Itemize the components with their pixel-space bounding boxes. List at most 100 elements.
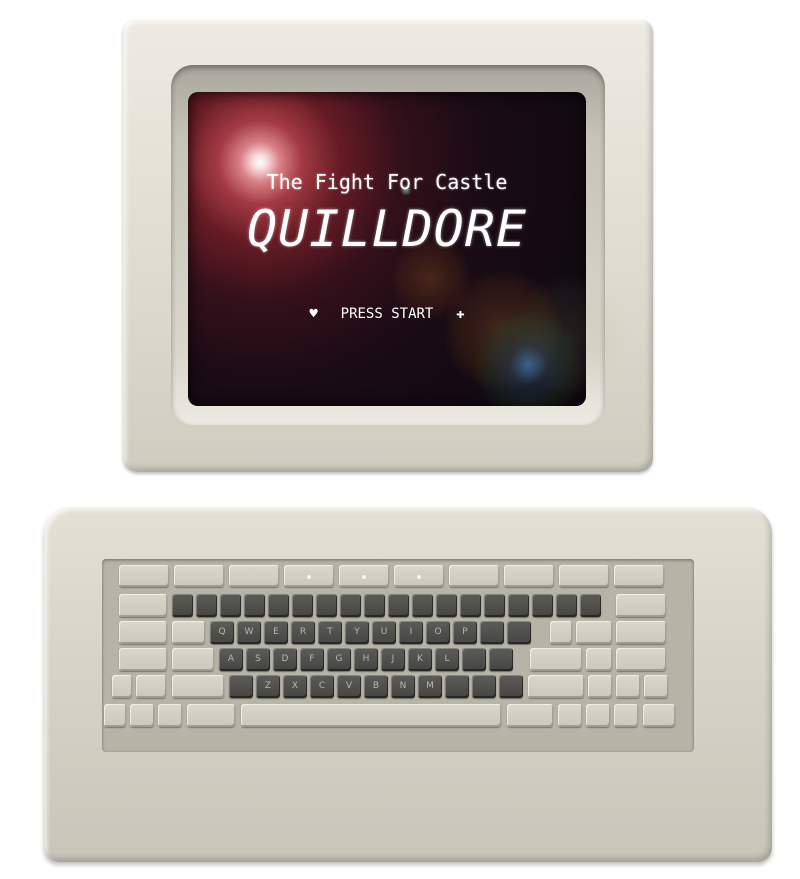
modifier-key[interactable] [588, 675, 612, 698]
modifier-key[interactable] [643, 704, 675, 727]
game-subtitle: The Fight For Castle [266, 170, 508, 194]
crt-monitor: The Fight For Castle QUILLDORE ♥ PRESS S… [123, 20, 653, 472]
letter-key[interactable]: S [246, 648, 270, 671]
number-key[interactable] [484, 594, 505, 617]
modifier-key[interactable] [112, 675, 132, 698]
number-key[interactable] [196, 594, 217, 617]
number-key[interactable] [244, 594, 265, 617]
function-key-led[interactable] [394, 565, 444, 587]
number-key[interactable] [388, 594, 409, 617]
letter-key[interactable]: Q [210, 621, 234, 644]
number-key[interactable] [364, 594, 385, 617]
letter-key[interactable]: J [381, 648, 405, 671]
function-key[interactable] [174, 565, 224, 587]
letter-key[interactable]: T [318, 621, 342, 644]
shift-key-right[interactable] [528, 675, 584, 698]
letter-key[interactable]: E [264, 621, 288, 644]
number-key[interactable] [556, 594, 577, 617]
escape-key[interactable] [119, 594, 167, 617]
punctuation-key[interactable] [462, 648, 486, 671]
letter-key[interactable]: A [219, 648, 243, 671]
letter-key[interactable]: P [453, 621, 477, 644]
letter-key[interactable] [229, 675, 253, 698]
modifier-key[interactable] [558, 704, 582, 727]
punctuation-key[interactable] [499, 675, 523, 698]
letter-key[interactable]: Z [256, 675, 280, 698]
letter-key[interactable]: C [310, 675, 334, 698]
alt-key[interactable] [187, 704, 235, 727]
letter-key[interactable]: B [364, 675, 388, 698]
shift-key-left[interactable] [172, 675, 224, 698]
number-key[interactable] [292, 594, 313, 617]
letter-key[interactable]: R [291, 621, 315, 644]
function-key[interactable] [119, 565, 169, 587]
modifier-key[interactable] [104, 704, 126, 727]
bracket-key[interactable] [480, 621, 504, 644]
led-icon [362, 575, 366, 579]
number-key[interactable] [340, 594, 361, 617]
function-key-led[interactable] [339, 565, 389, 587]
screen-glow [511, 275, 631, 395]
function-key[interactable] [559, 565, 609, 587]
function-key[interactable] [229, 565, 279, 587]
number-key[interactable] [508, 594, 529, 617]
letter-key[interactable]: G [327, 648, 351, 671]
letter-key[interactable]: V [337, 675, 361, 698]
modifier-key[interactable] [136, 675, 166, 698]
control-key[interactable] [119, 648, 167, 671]
bracket-key[interactable] [507, 621, 531, 644]
function-key[interactable] [504, 565, 554, 587]
led-icon [417, 575, 421, 579]
press-start-label: PRESS START [340, 306, 434, 322]
letter-key[interactable]: L [435, 648, 459, 671]
number-key[interactable] [220, 594, 241, 617]
letter-key[interactable]: Y [345, 621, 369, 644]
cross-icon: ✚ [456, 306, 465, 322]
modifier-key[interactable] [586, 704, 610, 727]
delete-key[interactable] [616, 621, 666, 644]
tab-key[interactable] [119, 621, 167, 644]
letter-key[interactable]: O [426, 621, 450, 644]
return-key[interactable] [530, 648, 582, 671]
letter-key[interactable]: I [399, 621, 423, 644]
number-key[interactable] [412, 594, 433, 617]
letter-key[interactable]: H [354, 648, 378, 671]
number-key[interactable] [532, 594, 553, 617]
modifier-key[interactable] [644, 675, 668, 698]
letter-key[interactable]: X [283, 675, 307, 698]
heart-icon: ♥ [309, 306, 318, 322]
letter-key[interactable]: U [372, 621, 396, 644]
alt-key[interactable] [507, 704, 553, 727]
modifier-key[interactable] [550, 621, 572, 644]
letter-key[interactable]: K [408, 648, 432, 671]
keyboard: Q W E R T Y U I O P A S D F G H J K L Z … [44, 507, 772, 862]
number-key[interactable] [460, 594, 481, 617]
function-key[interactable] [449, 565, 499, 587]
function-key-led[interactable] [284, 565, 334, 587]
letter-key[interactable]: D [273, 648, 297, 671]
punctuation-key[interactable] [445, 675, 469, 698]
backspace-key[interactable] [616, 594, 666, 617]
modifier-key[interactable] [614, 704, 638, 727]
letter-key[interactable]: W [237, 621, 261, 644]
modifier-key[interactable] [172, 621, 205, 644]
number-key[interactable] [268, 594, 289, 617]
letter-key[interactable]: N [391, 675, 415, 698]
modifier-key[interactable] [616, 675, 640, 698]
caps-lock-key[interactable] [172, 648, 214, 671]
modifier-key[interactable] [130, 704, 154, 727]
letter-key[interactable]: F [300, 648, 324, 671]
modifier-key[interactable] [158, 704, 182, 727]
number-key[interactable] [172, 594, 193, 617]
letter-key[interactable]: M [418, 675, 442, 698]
modifier-key[interactable] [576, 621, 612, 644]
punctuation-key[interactable] [472, 675, 496, 698]
number-key[interactable] [436, 594, 457, 617]
modifier-key[interactable] [616, 648, 666, 671]
spacebar[interactable] [241, 704, 501, 727]
function-key[interactable] [614, 565, 664, 587]
number-key[interactable] [580, 594, 601, 617]
modifier-key[interactable] [586, 648, 612, 671]
punctuation-key[interactable] [489, 648, 513, 671]
number-key[interactable] [316, 594, 337, 617]
